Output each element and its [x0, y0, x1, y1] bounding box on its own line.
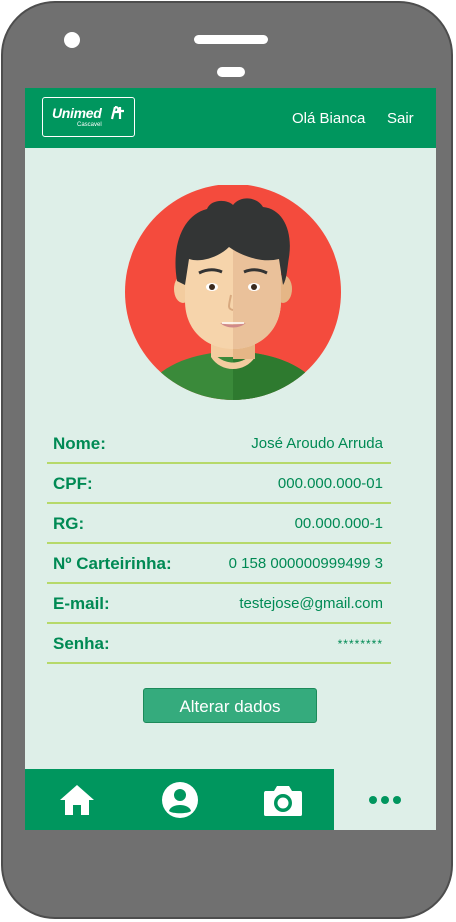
tab-home[interactable]: [25, 769, 128, 830]
tab-camera[interactable]: [231, 769, 334, 830]
logout-link[interactable]: Sair: [387, 110, 414, 127]
tab-more[interactable]: [334, 769, 436, 830]
edit-data-button[interactable]: Alterar dados: [143, 688, 317, 723]
unimed-logo[interactable]: Unimed Cascavel: [42, 97, 135, 137]
field-label: Senha:: [53, 634, 110, 653]
profile-fields: Nome: José Aroudo Arruda CPF: 000.000.00…: [47, 424, 391, 664]
user-greeting: Olá Bianca: [292, 110, 366, 127]
camera-icon: [263, 785, 302, 816]
field-value: 000.000.000-01: [277, 475, 383, 492]
field-cpf: CPF: 000.000.000-01: [47, 464, 391, 504]
field-label: Nº Carteirinha:: [53, 554, 172, 573]
home-icon: [59, 784, 94, 815]
field-password: Senha: ********: [47, 624, 391, 664]
bottom-tab-bar: [25, 769, 436, 830]
more-dots-icon: [369, 795, 401, 804]
field-value: 00.000.000-1: [294, 515, 383, 532]
logo-text: Unimed: [52, 105, 102, 121]
field-rg: RG: 00.000.000-1: [47, 504, 391, 544]
field-label: E-mail:: [53, 594, 110, 613]
field-value: ********: [337, 637, 383, 651]
field-card-number: Nº Carteirinha: 0 158 000000999499 3: [47, 544, 391, 584]
field-value: José Aroudo Arruda: [251, 435, 383, 452]
app-screen: Unimed Cascavel Olá Bianca Sair Nome: Jo…: [25, 88, 436, 830]
tab-profile[interactable]: [128, 769, 231, 830]
logo-subtext: Cascavel: [77, 122, 102, 128]
phone-frame: Unimed Cascavel Olá Bianca Sair Nome: Jo…: [1, 1, 453, 919]
field-name: Nome: José Aroudo Arruda: [47, 424, 391, 464]
logo-mark-icon: [110, 106, 124, 120]
field-email: E-mail: testejose@gmail.com: [47, 584, 391, 624]
field-label: RG:: [53, 514, 85, 533]
field-value: 0 158 000000999499 3: [228, 555, 383, 572]
male-user-avatar: [125, 185, 341, 400]
front-camera: [64, 32, 80, 48]
field-label: CPF:: [53, 474, 93, 493]
user-circle-icon: [161, 781, 198, 818]
earpiece-speaker: [194, 35, 268, 44]
proximity-sensor: [217, 67, 245, 77]
app-header: Unimed Cascavel Olá Bianca Sair: [25, 88, 436, 148]
field-label: Nome:: [53, 434, 106, 453]
field-value: testejose@gmail.com: [239, 595, 383, 612]
